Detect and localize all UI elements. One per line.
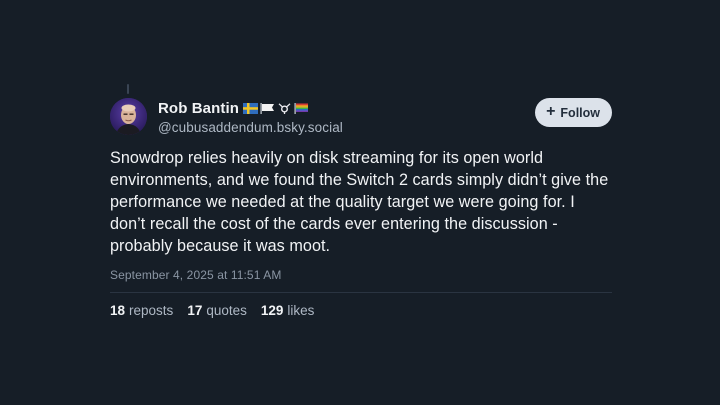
quotes-stat[interactable]: 17 quotes bbox=[187, 303, 247, 318]
author-display-name[interactable]: Rob Bantin bbox=[158, 100, 239, 117]
rainbow-flag-icon bbox=[294, 102, 308, 114]
author-handle[interactable]: @cubusaddendum.bsky.social bbox=[158, 120, 343, 135]
avatar-image bbox=[110, 98, 147, 135]
post-header: Rob Bantin @cubusaddendum.bsky.social + … bbox=[110, 97, 612, 137]
follow-button[interactable]: + Follow bbox=[535, 98, 612, 127]
transgender-symbol-icon bbox=[278, 102, 291, 114]
engagement-stats: 18 reposts 17 quotes 129 likes bbox=[110, 303, 612, 318]
post-timestamp[interactable]: September 4, 2025 at 11:51 AM bbox=[110, 268, 612, 282]
post-text: Snowdrop relies heavily on disk streamin… bbox=[110, 149, 609, 255]
white-flag-icon bbox=[260, 102, 274, 114]
follow-button-label: Follow bbox=[560, 105, 600, 120]
likes-label: likes bbox=[287, 303, 315, 318]
reposts-count: 18 bbox=[110, 303, 126, 318]
flag-badges bbox=[243, 102, 309, 114]
reposts-stat[interactable]: 18 reposts bbox=[110, 303, 173, 318]
name-row: Rob Bantin bbox=[158, 99, 343, 117]
plus-icon: + bbox=[546, 103, 556, 120]
author-info: Rob Bantin @cubusaddendum.bsky.social bbox=[158, 99, 343, 136]
quotes-count: 17 bbox=[187, 303, 203, 318]
post-page: Rob Bantin @cubusaddendum.bsky.social + … bbox=[0, 0, 720, 405]
likes-stat[interactable]: 129 likes bbox=[261, 303, 315, 318]
avatar[interactable] bbox=[110, 98, 147, 135]
quotes-label: quotes bbox=[206, 303, 247, 318]
likes-count: 129 bbox=[260, 303, 284, 318]
sweden-flag-icon bbox=[243, 102, 258, 114]
reposts-label: reposts bbox=[129, 303, 174, 318]
divider bbox=[110, 292, 612, 293]
thread-connector-line bbox=[127, 84, 129, 94]
post-card: Rob Bantin @cubusaddendum.bsky.social + … bbox=[110, 97, 612, 318]
